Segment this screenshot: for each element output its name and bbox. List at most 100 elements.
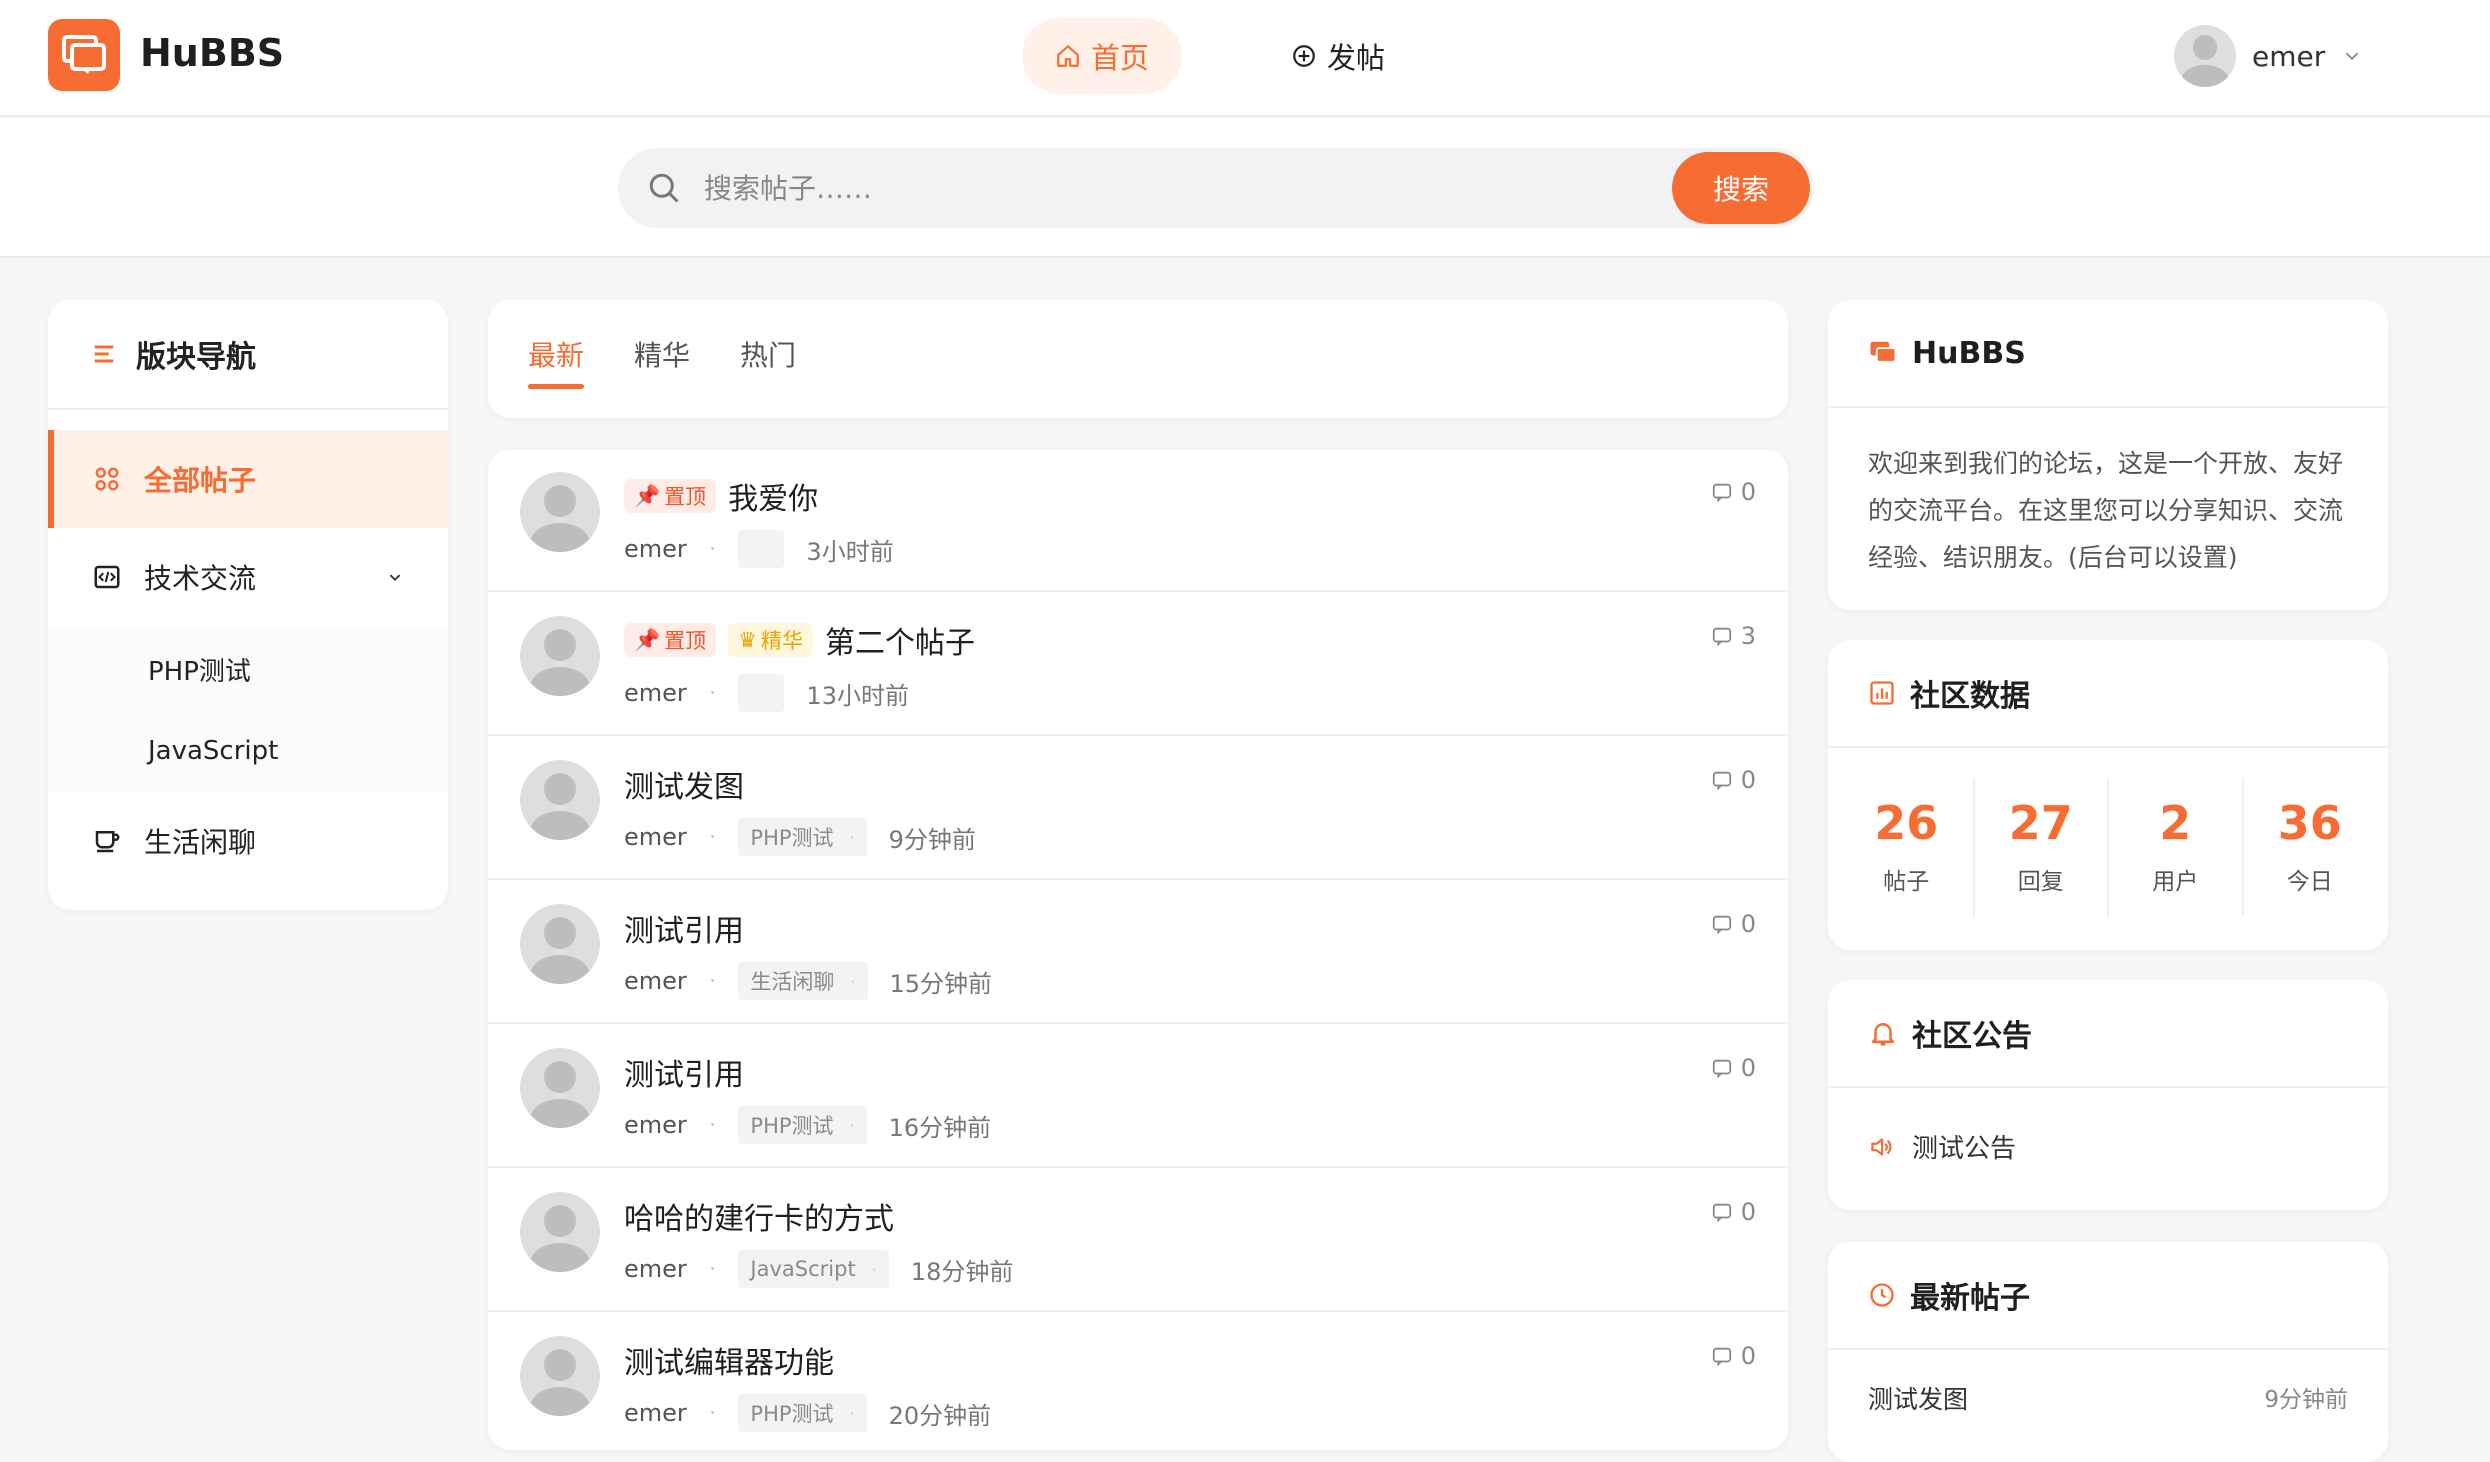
latest-item[interactable]: 测试发图 9分钟前 — [1828, 1350, 2388, 1446]
post-meta: emer · 生活闲聊 · 15分钟前 — [624, 962, 992, 1000]
clock-icon — [1870, 1283, 1894, 1307]
post-title-row: 测试引用 — [624, 906, 744, 950]
post-title[interactable]: 测试编辑器功能 — [624, 1338, 834, 1382]
stat-value: 2 — [2159, 796, 2192, 850]
post-author[interactable]: emer — [624, 967, 687, 995]
post-item[interactable]: 哈哈的建行卡的方式 emer · JavaScript · 18分钟前 0 — [488, 1170, 1788, 1312]
notice-item[interactable]: 测试公告 — [1828, 1088, 2388, 1205]
post-category[interactable] — [738, 674, 785, 712]
top-header: HuBBS 首页 发帖 emer — [0, 0, 2490, 117]
stat-value: 26 — [1874, 796, 1939, 850]
sidebar-item-all-posts[interactable]: 全部帖子 — [48, 430, 448, 528]
chevron-down-icon — [2346, 52, 2359, 61]
comment-icon — [1712, 483, 1731, 503]
notice-title: 社区公告 — [1912, 1019, 2032, 1054]
stat-users: 2 用户 — [2109, 778, 2244, 916]
tab-essence[interactable]: 精华 — [634, 334, 690, 374]
latest-item-time: 9分钟前 — [2264, 1387, 2348, 1413]
sidebar-subitem-php[interactable]: PHP测试 — [48, 628, 448, 710]
post-time: 3小时前 — [806, 537, 894, 566]
post-category[interactable] — [738, 530, 785, 568]
pin-icon: 📌 — [634, 483, 661, 508]
post-title[interactable]: 哈哈的建行卡的方式 — [624, 1194, 894, 1238]
stat-label: 今日 — [2286, 869, 2333, 895]
sidebar-subitem-javascript[interactable]: JavaScript — [48, 710, 448, 792]
meta-separator: · — [708, 1399, 717, 1427]
post-title[interactable]: 我爱你 — [728, 474, 818, 518]
post-title-row: 📌 置顶 我爱你 — [624, 474, 818, 518]
comment-count: 0 — [1711, 1342, 1756, 1370]
essence-label: 精华 — [760, 629, 803, 653]
category-label: PHP测试 — [750, 1114, 834, 1138]
post-title[interactable]: 测试引用 — [624, 906, 744, 950]
search-input[interactable] — [704, 158, 1604, 218]
post-category[interactable]: PHP测试 · — [738, 1394, 867, 1432]
post-category[interactable]: JavaScript · — [738, 1250, 889, 1288]
nav-home-link[interactable]: 首页 — [1022, 18, 1182, 94]
post-title-row: 哈哈的建行卡的方式 — [624, 1194, 894, 1238]
post-author[interactable]: emer — [624, 679, 687, 707]
notice-text: 测试公告 — [1912, 1134, 2017, 1164]
post-item[interactable]: 📌 置顶 我爱你 emer · 3小时前 0 — [488, 450, 1788, 592]
post-category[interactable]: PHP测试 · — [738, 1106, 867, 1144]
brand-name[interactable]: HuBBS — [140, 31, 284, 75]
stat-value: 27 — [2008, 796, 2073, 850]
code-icon — [94, 565, 120, 589]
nav-home-label: 首页 — [1090, 41, 1149, 75]
post-category[interactable]: 生活闲聊 · — [738, 962, 868, 1000]
post-author[interactable]: emer — [624, 1255, 687, 1283]
meta-separator: · — [708, 823, 717, 851]
sidebar-item-life[interactable]: 生活闲聊 — [48, 792, 448, 890]
comment-count-value: 0 — [1740, 1054, 1756, 1082]
logo-icon[interactable] — [48, 19, 120, 91]
post-item[interactable]: 📌 置顶 ♛ 精华 第二个帖子 emer · 13小时前 3 — [488, 594, 1788, 736]
post-title-row: 📌 置顶 ♛ 精华 第二个帖子 — [624, 618, 975, 662]
chevron-down-icon[interactable] — [384, 566, 406, 588]
comment-count: 3 — [1711, 622, 1756, 650]
meta-separator: · — [708, 679, 717, 707]
post-author[interactable]: emer — [624, 535, 687, 563]
meta-separator: · — [708, 535, 717, 563]
post-time: 9分钟前 — [888, 825, 976, 854]
post-title-row: 测试发图 — [624, 762, 744, 806]
notice-card: 社区公告 测试公告 — [1828, 980, 2388, 1210]
category-dot: · — [871, 1259, 877, 1279]
category-dot: · — [850, 971, 856, 991]
post-author[interactable]: emer — [624, 1111, 687, 1139]
post-item[interactable]: 测试发图 emer · PHP测试 · 9分钟前 0 — [488, 738, 1788, 880]
plus-circle-icon — [1293, 45, 1315, 67]
stats-card: 社区数据 26 帖子 27 回复 2 用户 36 今日 — [1828, 640, 2388, 950]
comment-count: 0 — [1711, 1054, 1756, 1082]
post-title[interactable]: 测试发图 — [624, 762, 744, 806]
post-title-row: 测试编辑器功能 — [624, 1338, 834, 1382]
essence-badge: ♛ 精华 — [728, 623, 813, 657]
comment-count: 0 — [1711, 478, 1756, 506]
stat-value: 36 — [2277, 796, 2342, 850]
post-title[interactable]: 测试引用 — [624, 1050, 744, 1094]
sidebar-item-label: 技术交流 — [144, 562, 257, 595]
stats-row: 26 帖子 27 回复 2 用户 36 今日 — [1828, 748, 2388, 946]
post-meta: emer · PHP测试 · 9分钟前 — [624, 818, 976, 856]
post-author[interactable]: emer — [624, 1399, 687, 1427]
author-avatar — [520, 760, 600, 840]
post-title[interactable]: 第二个帖子 — [825, 618, 975, 662]
comment-icon — [1712, 1203, 1731, 1223]
user-menu[interactable]: emer — [2174, 25, 2363, 87]
nav-post-link[interactable]: 发帖 — [1258, 18, 1418, 94]
post-author[interactable]: emer — [624, 823, 687, 851]
tab-hot[interactable]: 热门 — [740, 334, 796, 374]
pinned-label: 置顶 — [664, 629, 707, 653]
post-item[interactable]: 测试引用 emer · PHP测试 · 16分钟前 0 — [488, 1026, 1788, 1168]
post-meta: emer · PHP测试 · 16分钟前 — [624, 1106, 991, 1144]
search-button[interactable]: 搜索 — [1672, 152, 1810, 224]
post-item[interactable]: 测试引用 emer · 生活闲聊 · 15分钟前 0 — [488, 882, 1788, 1024]
sidebar-item-tech[interactable]: 技术交流 — [48, 528, 448, 626]
post-category[interactable]: PHP测试 · — [738, 818, 867, 856]
tab-latest[interactable]: 最新 — [528, 334, 584, 374]
about-card: HuBBS 欢迎来到我们的论坛，这是一个开放、友好的交流平台。在这里您可以分享知… — [1828, 300, 2388, 610]
comment-icon — [1712, 915, 1731, 935]
post-item[interactable]: 测试编辑器功能 emer · PHP测试 · 20分钟前 0 — [488, 1314, 1788, 1450]
author-avatar — [520, 904, 600, 984]
bell-icon — [1871, 1023, 1895, 1046]
pinned-badge: 📌 置顶 — [624, 479, 717, 513]
